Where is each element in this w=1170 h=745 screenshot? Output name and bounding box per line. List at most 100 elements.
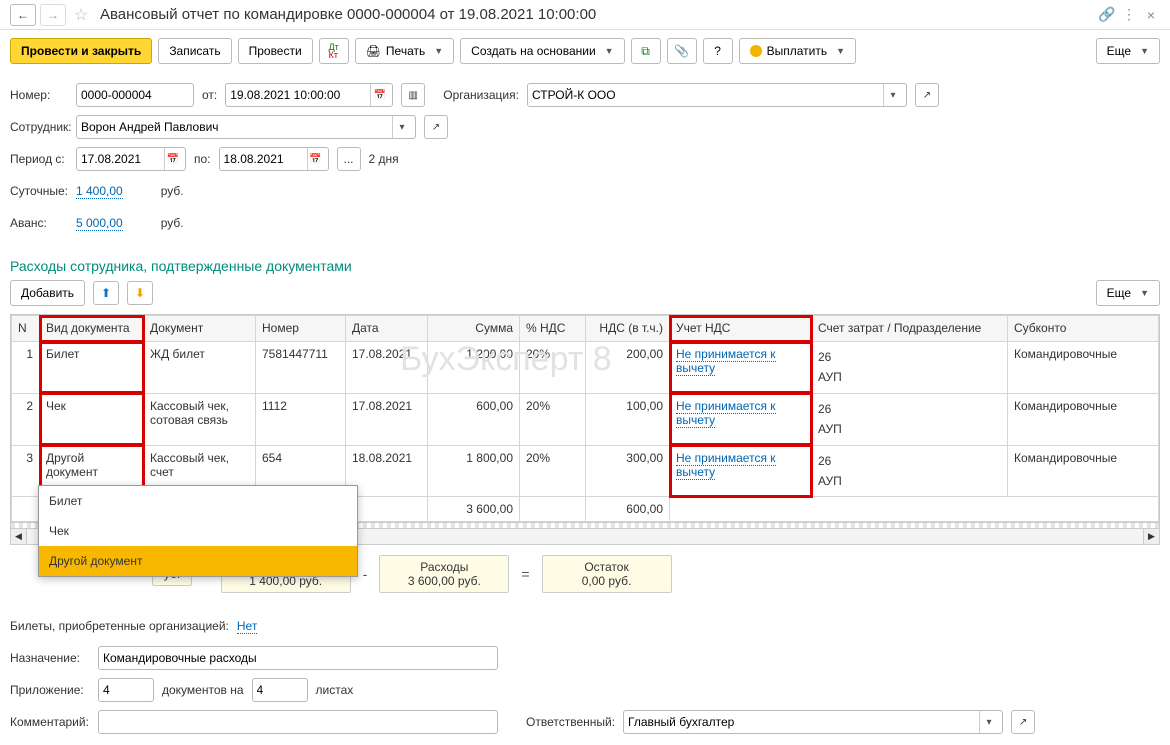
grid-more-button[interactable]: Еще▼: [1096, 280, 1160, 306]
dd-option[interactable]: Билет: [39, 486, 357, 516]
cell-sum[interactable]: 1 200,00: [428, 342, 520, 394]
create-based-label: Создать на основании: [471, 44, 596, 58]
table-row[interactable]: 2ЧекКассовый чек, сотовая связь111217.08…: [12, 393, 1159, 445]
number-input[interactable]: [81, 88, 189, 102]
org-open-button[interactable]: ↗: [915, 83, 939, 107]
cell-acct-dep[interactable]: 26АУП: [812, 445, 1008, 497]
period-to-input[interactable]: [224, 152, 307, 166]
cell-date[interactable]: 17.08.2021: [346, 342, 428, 394]
col-doc-type[interactable]: Вид документа: [40, 316, 144, 342]
responsible-open-button[interactable]: ↗: [1011, 710, 1035, 734]
table-row[interactable]: 1БилетЖД билет758144771117.08.20211 200,…: [12, 342, 1159, 394]
move-down-button[interactable]: ⬇: [127, 281, 153, 305]
dd-option-selected[interactable]: Другой документ: [39, 546, 357, 576]
post-and-close-button[interactable]: Провести и закрыть: [10, 38, 152, 64]
cell-vat-incl[interactable]: 100,00: [586, 393, 670, 445]
cell-docnum[interactable]: 1112: [256, 393, 346, 445]
cell-vat-rate[interactable]: 20%: [520, 342, 586, 394]
cell-doc[interactable]: ЖД билет: [144, 342, 256, 394]
related-docs-button[interactable]: ⧉: [631, 38, 661, 64]
calendar-icon[interactable]: 📅: [307, 148, 324, 170]
cell-vat-acct[interactable]: Не принимается к вычету: [670, 445, 812, 497]
more-button[interactable]: Еще▼: [1096, 38, 1160, 64]
cell-sum[interactable]: 600,00: [428, 393, 520, 445]
add-row-button[interactable]: Добавить: [10, 280, 85, 306]
dd-option[interactable]: Чек: [39, 516, 357, 546]
col-vat-rate[interactable]: % НДС: [520, 316, 586, 342]
related-icon: ⧉: [641, 44, 650, 59]
arrow-up-icon: ⬆: [101, 286, 111, 300]
date-input[interactable]: [230, 88, 370, 102]
employee-input[interactable]: [81, 120, 392, 134]
cell-subconto[interactable]: Командировочные: [1008, 445, 1159, 497]
advance-link[interactable]: 5 000,00: [76, 216, 123, 231]
cell-vat-acct[interactable]: Не принимается к вычету: [670, 342, 812, 394]
col-subconto[interactable]: Субконто: [1008, 316, 1159, 342]
dtkt-button[interactable]: ДтКт: [319, 38, 349, 64]
attach-sheets-input[interactable]: [257, 683, 303, 697]
attach-docs-label: документов на: [162, 683, 244, 697]
cell-vat-acct[interactable]: Не принимается к вычету: [670, 393, 812, 445]
question-icon: ?: [714, 44, 721, 58]
cell-docnum[interactable]: 7581447711: [256, 342, 346, 394]
comment-input[interactable]: [103, 715, 493, 729]
period-from-input[interactable]: [81, 152, 164, 166]
col-sum[interactable]: Сумма: [428, 316, 520, 342]
col-n[interactable]: N: [12, 316, 40, 342]
employee-open-button[interactable]: ↗: [424, 115, 448, 139]
org-input[interactable]: [532, 88, 883, 102]
print-button[interactable]: 🖨Печать▼: [355, 38, 454, 64]
attach-docs-input[interactable]: [103, 683, 149, 697]
nav-back-button[interactable]: ←: [10, 4, 36, 26]
section-title: Расходы сотрудника, подтвержденные докум…: [10, 258, 1160, 274]
period-to-label: по:: [194, 152, 211, 166]
record-button[interactable]: Записать: [158, 38, 231, 64]
cell-doc[interactable]: Кассовый чек, сотовая связь: [144, 393, 256, 445]
cell-vat-rate[interactable]: 20%: [520, 445, 586, 497]
cell-subconto[interactable]: Командировочные: [1008, 342, 1159, 394]
move-up-button[interactable]: ⬆: [93, 281, 119, 305]
cell-vat-incl[interactable]: 300,00: [586, 445, 670, 497]
purpose-input[interactable]: [103, 651, 493, 665]
cell-subconto[interactable]: Командировочные: [1008, 393, 1159, 445]
doc-type-dropdown[interactable]: Билет Чек Другой документ: [38, 485, 358, 577]
create-based-on-button[interactable]: Создать на основании▼: [460, 38, 624, 64]
scroll-right-button[interactable]: ▶: [1143, 529, 1159, 544]
sum-balance-label: Остаток: [553, 560, 661, 574]
link-icon[interactable]: 🔗: [1098, 6, 1116, 24]
cell-vat-incl[interactable]: 200,00: [586, 342, 670, 394]
kebab-menu-icon[interactable]: ⋮: [1120, 6, 1138, 24]
col-doc[interactable]: Документ: [144, 316, 256, 342]
close-icon[interactable]: ×: [1142, 6, 1160, 24]
cell-vat-rate[interactable]: 20%: [520, 393, 586, 445]
responsible-input[interactable]: [628, 715, 979, 729]
chevron-down-icon[interactable]: ▾: [979, 711, 998, 733]
post-button[interactable]: Провести: [238, 38, 313, 64]
col-acct-dep[interactable]: Счет затрат / Подразделение: [812, 316, 1008, 342]
nav-forward-button[interactable]: →: [40, 4, 66, 26]
scroll-left-button[interactable]: ◀: [11, 529, 27, 544]
cell-sum[interactable]: 1 800,00: [428, 445, 520, 497]
cell-doc-type[interactable]: Билет: [40, 342, 144, 394]
col-vat-incl[interactable]: НДС (в т.ч.): [586, 316, 670, 342]
col-vat-acct[interactable]: Учет НДС: [670, 316, 812, 342]
favorite-star-icon[interactable]: ☆: [70, 4, 92, 26]
col-date[interactable]: Дата: [346, 316, 428, 342]
cell-n: 3: [12, 445, 40, 497]
pay-out-button[interactable]: Выплатить▼: [739, 38, 856, 64]
cell-doc-type[interactable]: Чек: [40, 393, 144, 445]
cell-date[interactable]: 17.08.2021: [346, 393, 428, 445]
calendar-aux-button[interactable]: ▥: [401, 83, 425, 107]
col-docnum[interactable]: Номер: [256, 316, 346, 342]
chevron-down-icon[interactable]: ▾: [883, 84, 902, 106]
period-ellipsis-button[interactable]: ...: [337, 147, 361, 171]
attach-button[interactable]: 📎: [667, 38, 697, 64]
cell-acct-dep[interactable]: 26АУП: [812, 393, 1008, 445]
tickets-link[interactable]: Нет: [237, 619, 257, 634]
cell-acct-dep[interactable]: 26АУП: [812, 342, 1008, 394]
calendar-icon[interactable]: 📅: [164, 148, 181, 170]
calendar-icon[interactable]: 📅: [370, 84, 388, 106]
perdiem-link[interactable]: 1 400,00: [76, 184, 123, 199]
chevron-down-icon[interactable]: ▾: [392, 116, 411, 138]
help-button[interactable]: ?: [703, 38, 733, 64]
